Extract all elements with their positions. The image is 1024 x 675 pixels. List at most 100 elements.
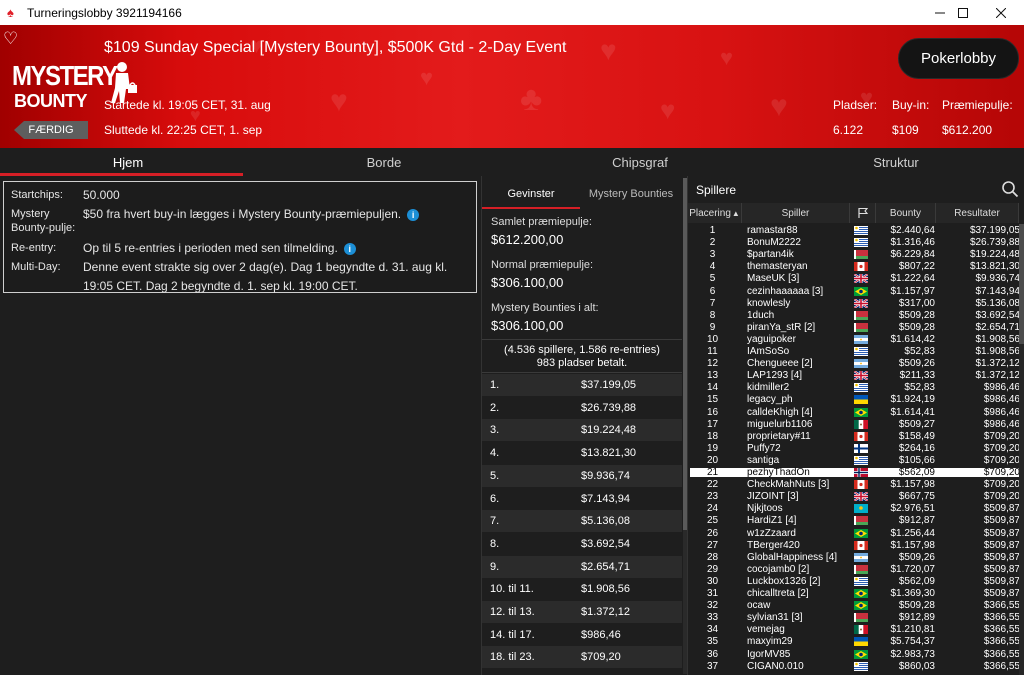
tab-home[interactable]: Hjem — [0, 148, 256, 176]
player-row[interactable]: 20 santiga $105,66 $709,20 — [690, 454, 1020, 466]
player-name: cezinhaaaaaa [3] — [747, 285, 824, 297]
poker-lobby-button[interactable]: Pokerlobby — [898, 38, 1019, 79]
player-row[interactable]: 3 $partan4ik $6.229,84 $19.224,48 — [690, 249, 1020, 260]
player-row[interactable]: 25 HardiZ1 [4] $912,87 $509,87 — [690, 515, 1020, 526]
player-row[interactable]: 26 w1zZzaard $1.256,44 $509,87 — [690, 527, 1020, 539]
player-bounty: $1.157,98 — [890, 539, 936, 551]
mexico-flag-icon — [854, 625, 868, 635]
player-row[interactable]: 35 maxyim29 $5.754,37 $366,55 — [690, 636, 1020, 648]
player-name: chicalltreta [2] — [747, 588, 809, 599]
player-bounty: $1.369,30 — [890, 588, 936, 599]
col-header-player[interactable]: Spiller — [742, 203, 850, 223]
info-icon[interactable]: i — [343, 243, 356, 255]
player-name: IgorMV85 — [747, 648, 791, 660]
player-rank: 20 — [706, 454, 719, 466]
player-row[interactable]: 21 pezhyThadOn $562,09 $709,20 — [690, 467, 1020, 478]
mystery-label-2: Bounty-pulje: — [11, 222, 76, 234]
col-header-flag[interactable] — [850, 203, 876, 223]
player-bounty: $52,83 — [904, 382, 935, 394]
player-rank: 16 — [706, 406, 719, 418]
tab-tables[interactable]: Borde — [256, 148, 512, 176]
player-result: $366,55 — [983, 648, 1020, 660]
player-row[interactable]: 15 legacy_ph $1.924,19 $986,46 — [690, 394, 1020, 406]
player-result: $509,87 — [983, 551, 1020, 563]
player-row[interactable]: 16 calldeKhigh [4] $1.614,41 $986,46 — [690, 406, 1020, 418]
player-row[interactable]: 1 ramastar88 $2.440,64 $37.199,05 — [690, 225, 1020, 236]
player-bounty: $1.210,81 — [890, 624, 936, 636]
player-bounty: $5.754,37 — [890, 636, 936, 648]
player-row[interactable]: 10 yaguipoker $1.614,42 $1.908,56 — [690, 334, 1020, 345]
player-row[interactable]: 29 cocojamb0 [2] $1.720,07 $509,87 — [690, 564, 1020, 575]
player-row[interactable]: 27 TBerger420 $1.157,98 $509,87 — [690, 539, 1020, 551]
player-row[interactable]: 4 themasteryan $807,22 $13.821,30 — [690, 261, 1020, 272]
payout-place: 2. — [490, 401, 500, 414]
players-scrollbar[interactable] — [1019, 224, 1024, 675]
player-row[interactable]: 2 BonuM2222 $1.316,46 $26.739,88 — [690, 237, 1020, 249]
uk-flag-icon — [854, 492, 868, 502]
player-result: $709,20 — [983, 479, 1020, 491]
tab-mystery-bounties[interactable]: Mystery Bounties — [580, 179, 682, 209]
divider — [482, 339, 682, 340]
favorite-heart-icon[interactable]: ♡ — [3, 29, 18, 49]
prizepool-label: Præmiepulje: — [942, 98, 1013, 112]
player-row[interactable]: 34 vemejag $1.210,81 $366,55 — [690, 624, 1020, 636]
player-row[interactable]: 5 MaseUK [3] $1.222,64 $9.936,74 — [690, 273, 1020, 284]
player-row[interactable]: 33 sylvian31 [3] $912,89 $366,55 — [690, 612, 1020, 623]
prizes-panel: Gevinster Mystery Bounties Samlet præmie… — [481, 176, 688, 675]
tab-structure[interactable]: Struktur — [768, 148, 1024, 176]
player-bounty: $562,09 — [898, 575, 935, 587]
event-banner: ♥ ♥ ♥ ♣ ♥ ♥ ♥ ♥ ♥ ♥ ♡ MYSTERY BOUNTY $10… — [0, 25, 1024, 148]
player-rank: 27 — [706, 539, 719, 551]
reentry-value: Op til 5 re-entries i perioden med sen t… — [83, 241, 338, 255]
player-rank: 2 — [709, 237, 716, 249]
scrollbar-thumb[interactable] — [1019, 224, 1024, 344]
close-button[interactable] — [978, 0, 1024, 25]
player-row[interactable]: 14 kidmiller2 $52,83 $986,46 — [690, 382, 1020, 394]
tab-winnings[interactable]: Gevinster — [482, 179, 580, 209]
col-header-bounty[interactable]: Bounty — [876, 203, 936, 223]
player-result: $366,55 — [983, 624, 1020, 636]
player-row[interactable]: 8 1duch $509,28 $3.692,54 — [690, 310, 1020, 321]
player-result: $986,46 — [983, 418, 1020, 430]
search-icon[interactable] — [1001, 180, 1019, 198]
player-row[interactable]: 31 chicalltreta [2] $1.369,30 $509,87 — [690, 588, 1020, 599]
player-row[interactable]: 17 miguelurb1106 $509,27 $986,46 — [690, 418, 1020, 430]
bounty-pool-label: Mystery Bounties i alt: — [491, 302, 599, 314]
player-row[interactable]: 18 proprietary#11 $158,49 $709,20 — [690, 431, 1020, 442]
player-row[interactable]: 23 JIZOINT [3] $667,75 $709,20 — [690, 491, 1020, 502]
col-header-rank[interactable]: Placering ▲ — [688, 203, 742, 223]
multiday-value: Denne event strakte sig over 2 dag(e). D… — [83, 260, 448, 293]
payout-amount: $709,20 — [581, 651, 621, 664]
prizepool-value: $612.200 — [942, 123, 993, 137]
decor-heart-icon: ♥ — [600, 35, 617, 66]
player-result: $509,87 — [983, 527, 1020, 539]
info-icon[interactable]: i — [407, 209, 420, 221]
player-bounty: $1.924,19 — [890, 394, 936, 406]
player-row[interactable]: 12 Chengueee [2] $509,26 $1.372,12 — [690, 358, 1020, 369]
player-row[interactable]: 11 IAmSoSo $52,83 $1.908,56 — [690, 346, 1020, 357]
payout-row: 7. $5.136,08 — [482, 510, 682, 533]
belarus-flag-icon — [854, 564, 868, 574]
player-row[interactable]: 22 CheckMahNuts [3] $1.157,98 $709,20 — [690, 479, 1020, 491]
player-row[interactable]: 24 Njkjtoos $2.976,51 $509,87 — [690, 503, 1020, 514]
player-row[interactable]: 28 GlobalHappiness [4] $509,26 $509,87 — [690, 551, 1020, 563]
payout-place: 6. — [490, 492, 500, 505]
main-tabs: Hjem Borde Chipsgraf Struktur — [0, 148, 1024, 176]
player-name: CIGAN0.010 — [747, 660, 804, 672]
player-row[interactable]: 6 cezinhaaaaaa [3] $1.157,97 $7.143,94 — [690, 285, 1020, 297]
col-header-results[interactable]: Resultater — [936, 203, 1019, 223]
player-name: legacy_ph — [747, 394, 793, 406]
payout-place: 9. — [490, 560, 500, 573]
player-row[interactable]: 9 piranYa_stR [2] $509,28 $2.654,71 — [690, 322, 1020, 333]
players-panel: Spillere Placering ▲ Spiller Bounty Resul… — [687, 176, 1024, 675]
player-row[interactable]: 37 CIGAN0.010 $860,03 $366,55 — [690, 660, 1020, 672]
player-row[interactable]: 7 knowlesly $317,00 $5.136,08 — [690, 298, 1020, 309]
player-row[interactable]: 32 ocaw $509,28 $366,55 — [690, 600, 1020, 611]
ukraine-flag-icon — [854, 637, 868, 647]
tab-chipgraph[interactable]: Chipsgraf — [512, 148, 768, 176]
payout-place: 8. — [490, 537, 500, 550]
player-row[interactable]: 36 IgorMV85 $2.983,73 $366,55 — [690, 648, 1020, 660]
player-row[interactable]: 30 Luckbox1326 [2] $562,09 $509,87 — [690, 575, 1020, 587]
player-row[interactable]: 13 LAP1293 [4] $211,33 $1.372,12 — [690, 370, 1020, 381]
player-row[interactable]: 19 Puffy72 $264,16 $709,20 — [690, 443, 1020, 454]
